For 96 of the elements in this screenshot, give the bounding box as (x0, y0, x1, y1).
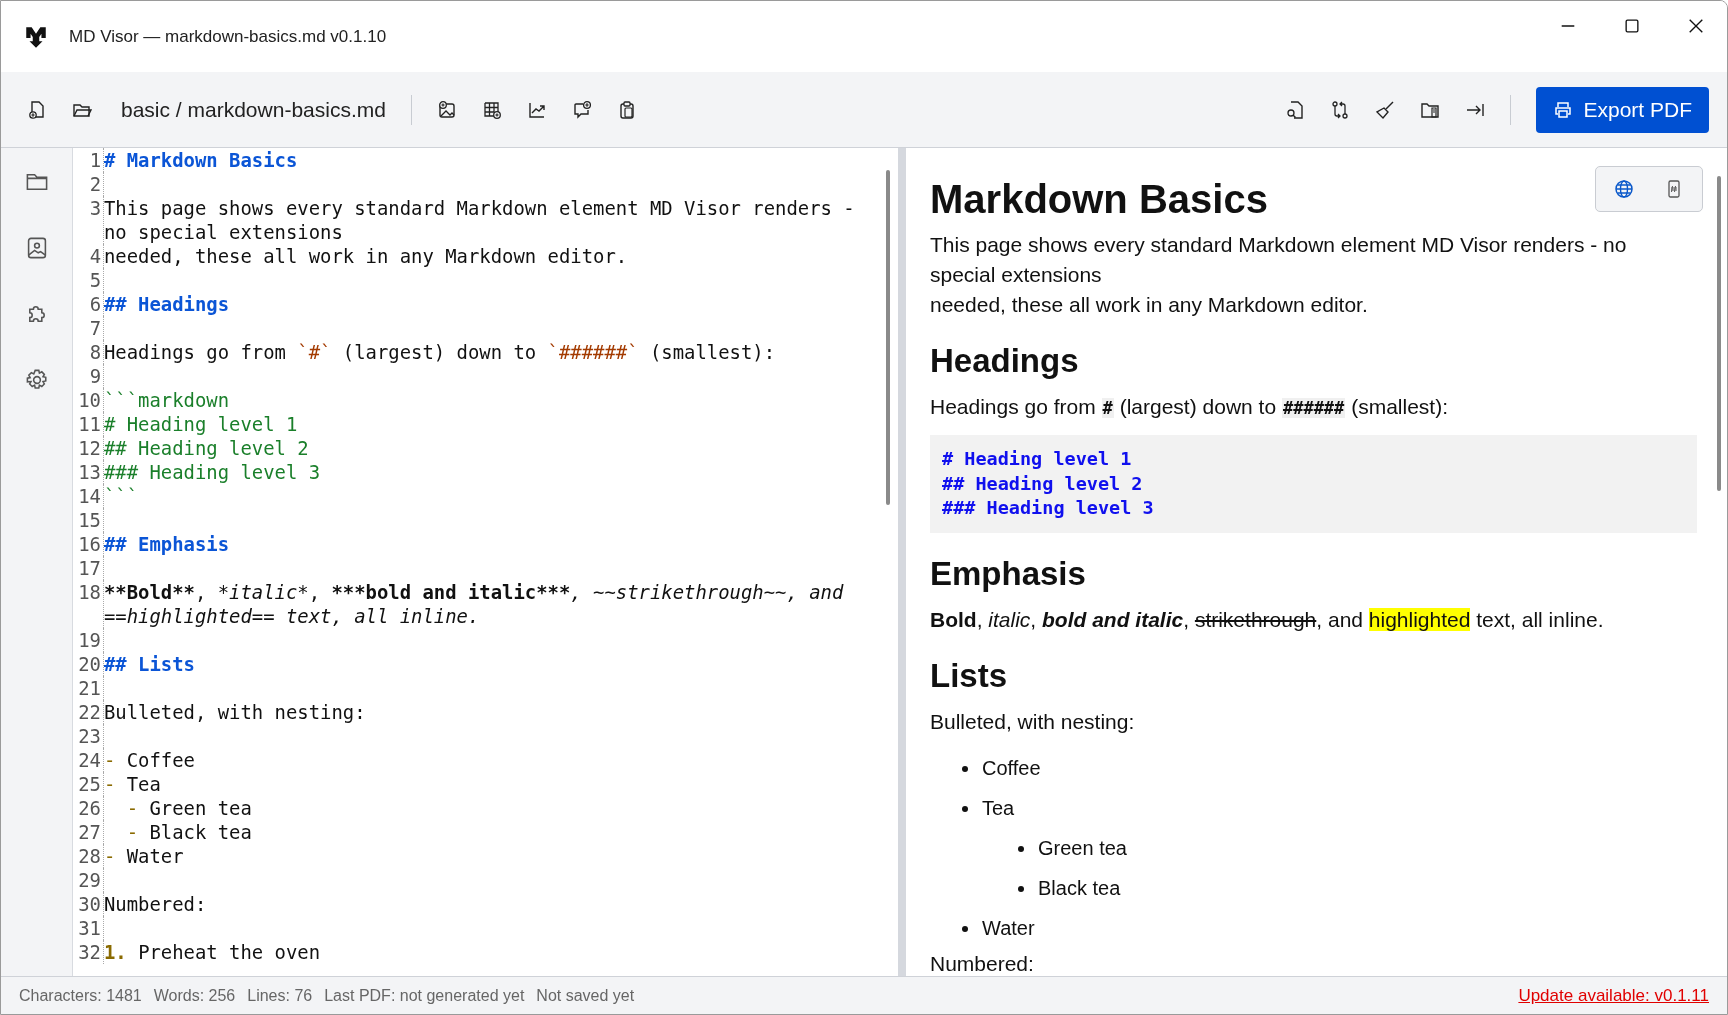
line-number: 24 (73, 748, 104, 772)
file-search-icon[interactable] (1285, 99, 1306, 120)
line-number: 15 (73, 508, 104, 532)
code-line: # Heading level 1 (104, 412, 299, 436)
line-number: 8 (73, 340, 104, 364)
window-title: MD Visor — markdown-basics.md v0.1.10 (69, 26, 387, 47)
code-line: **Bold**, *italic*, ***bold and italic***, ~~strikethrough~~, and ==highlighted== text, all inline. (104, 580, 845, 628)
file-path: basic / markdown-basics.md (121, 97, 386, 122)
scrollbar-thumb[interactable] (1717, 176, 1721, 491)
bullet-icon (962, 805, 968, 812)
code-line: ### Heading level 3 (942, 496, 1155, 521)
line-number: 16 (73, 532, 104, 556)
list-item: Coffee (982, 757, 1041, 781)
code-line: # Markdown Basics (104, 148, 299, 172)
line-number: 17 (73, 556, 104, 580)
line-number: 18 (73, 580, 104, 628)
line-number: 14 (73, 484, 104, 508)
line-number: 23 (73, 724, 104, 748)
line-number: 30 (73, 892, 104, 916)
list-item: Green tea (1038, 837, 1127, 861)
code-line: # Heading level 1 (942, 447, 1133, 471)
line-number: 21 (73, 676, 104, 700)
heading: Lists (930, 655, 1008, 696)
code-line: - Water (104, 844, 185, 868)
scrollbar-thumb[interactable] (886, 170, 890, 505)
heading: Markdown Basics (930, 176, 1268, 223)
settings-icon[interactable] (24, 368, 49, 392)
line-number: 6 (73, 292, 104, 316)
code-line: ## Emphasis (104, 532, 231, 556)
list-item: Black tea (1038, 877, 1121, 901)
paragraph: Numbered: (930, 950, 1035, 976)
paragraph: Bulleted, with nesting: (930, 708, 1136, 735)
code-line: Bulleted, with nesting: (104, 700, 367, 724)
heading: Headings (930, 341, 1079, 381)
maximize-icon[interactable] (1623, 16, 1641, 35)
compare-icon[interactable] (1330, 99, 1351, 120)
paragraph: This page shows every standard Markdown element MD Visor renders - no special extensions needed, these all work in any Markdown editor. (930, 232, 1628, 318)
line-number: 26 (73, 796, 104, 820)
code-line: ## Heading level 2 (942, 471, 1144, 496)
status-text: Lines: 76 (247, 986, 313, 1005)
code-line: ``` (104, 484, 140, 508)
line-number: 20 (73, 652, 104, 676)
new-file-icon[interactable] (27, 99, 47, 120)
line-number: 7 (73, 316, 104, 340)
code-line: - Coffee (104, 748, 196, 772)
status-text: Characters: 1481 (19, 986, 142, 1005)
code-line: ## Headings (104, 292, 231, 316)
code-line: Headings go from `#` (largest) down to `######` (smallest): (104, 340, 777, 364)
bullet-icon (962, 765, 968, 772)
code-line: ### Heading level 3 (104, 460, 322, 484)
line-number: 32 (73, 940, 104, 964)
bullet-icon (1018, 885, 1024, 892)
add-comment-icon[interactable] (571, 99, 592, 120)
line-number: 22 (73, 700, 104, 724)
code-line: Numbered: (104, 892, 208, 916)
bullet-icon (962, 925, 968, 932)
code-line: - Tea (104, 772, 162, 796)
heading: Emphasis (930, 553, 1086, 594)
update-link[interactable]: Update available: v0.1.11 (1518, 985, 1709, 1006)
insert-table-icon[interactable] (481, 99, 502, 120)
line-number: 4 (73, 244, 104, 268)
line-number: 28 (73, 844, 104, 868)
code-line: needed, these all work in any Markdown editor. (104, 244, 629, 268)
line-number: 13 (73, 460, 104, 484)
code-line: ## Lists (104, 652, 196, 676)
status-text: Not saved yet (536, 986, 635, 1005)
code-line: - Green tea (125, 796, 253, 820)
line-number: 2 (73, 172, 104, 196)
line-number: 3 (73, 196, 104, 244)
paragraph: Headings go from # (largest) down to ###### (smallest): (930, 394, 1450, 420)
line-number: 11 (73, 412, 104, 436)
code-line: - Black tea (125, 820, 253, 844)
line-number: 31 (73, 916, 104, 940)
paragraph: Bold, italic, bold and italic, strikethrough, and highlighted text, all inline. (930, 606, 1605, 633)
code-line: 1. Preheat the oven (104, 940, 322, 964)
line-number: 1 (73, 148, 104, 172)
status-text: Last PDF: not generated yet (324, 986, 525, 1005)
code-line: ## Heading level 2 (104, 436, 310, 460)
line-number: 19 (73, 628, 104, 652)
line-number: 27 (73, 820, 104, 844)
broom-icon[interactable] (1375, 99, 1396, 120)
code-line: ```markdown (104, 388, 231, 412)
list-item: Tea (982, 797, 1015, 821)
globe-icon[interactable] (1614, 179, 1634, 199)
insert-image-icon[interactable] (436, 99, 457, 120)
export-pdf-button[interactable]: Export PDF (1536, 86, 1709, 133)
line-number: 5 (73, 268, 104, 292)
line-number: 9 (73, 364, 104, 388)
printer-icon (1553, 99, 1574, 120)
line-number: 29 (73, 868, 104, 892)
line-number: 12 (73, 436, 104, 460)
bullet-icon (1018, 845, 1024, 852)
line-number: 10 (73, 388, 104, 412)
list-item: Water (982, 917, 1035, 941)
status-text: Words: 256 (153, 986, 236, 1005)
line-number: 25 (73, 772, 104, 796)
